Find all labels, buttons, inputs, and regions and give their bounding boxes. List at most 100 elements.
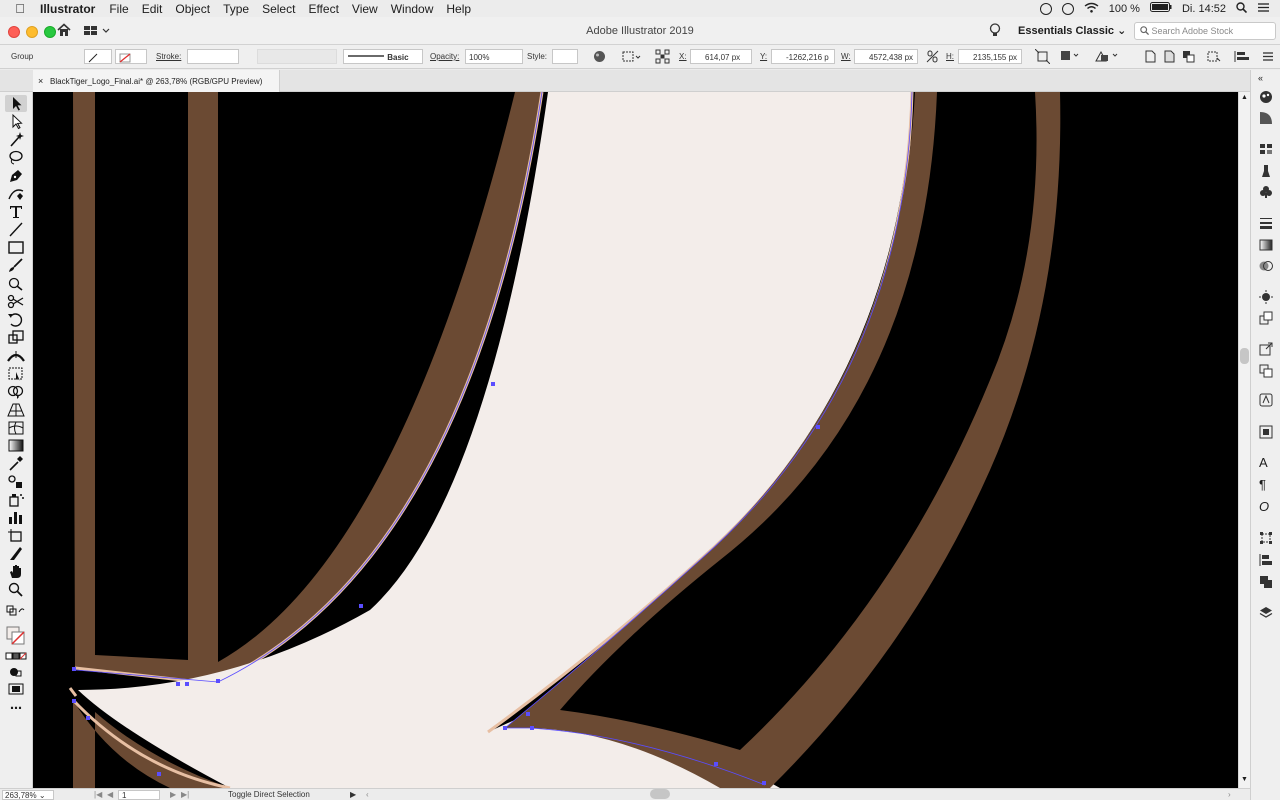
workspace-switcher[interactable]: Essentials Classic ⌄ (1018, 24, 1126, 37)
search-adobe-stock-input[interactable]: Search Adobe Stock (1134, 22, 1276, 40)
shape-mode-icon[interactable] (1060, 50, 1084, 65)
reference-point-icon[interactable] (655, 49, 670, 66)
magic-wand-tool[interactable] (5, 131, 27, 148)
anchor-point[interactable] (72, 699, 76, 703)
line-segment-tool[interactable] (5, 221, 27, 238)
drawing-mode-icon[interactable] (5, 665, 27, 679)
libraries-icon[interactable] (1259, 393, 1273, 407)
shaper-tool[interactable] (5, 275, 27, 292)
anchor-point[interactable] (816, 425, 820, 429)
vertical-scrollbar[interactable]: ▲ ▼ (1238, 92, 1250, 788)
type-tool[interactable] (5, 203, 27, 220)
gradient-tool[interactable] (5, 437, 27, 454)
wifi-icon[interactable] (1084, 2, 1099, 16)
learn-lightbulb-icon[interactable] (989, 23, 1001, 44)
anchor-point[interactable] (503, 726, 507, 730)
menu-select[interactable]: Select (262, 2, 295, 16)
brushes-icon[interactable] (1259, 164, 1273, 178)
artboard-number-dropdown[interactable]: 1 (118, 790, 160, 800)
stroke-label[interactable]: Stroke: (156, 52, 181, 61)
app-menu[interactable]: Illustrator (40, 2, 95, 16)
variable-width-profile[interactable] (257, 49, 337, 64)
menu-object[interactable]: Object (175, 2, 210, 16)
menu-effect[interactable]: Effect (308, 2, 338, 16)
menu-window[interactable]: Window (391, 2, 434, 16)
constrain-proportions-icon[interactable] (926, 50, 939, 65)
control-center-icon[interactable] (1257, 2, 1270, 16)
rotate-tool[interactable] (5, 311, 27, 328)
stroke-panel-icon[interactable] (1259, 216, 1273, 230)
next-artboard-button[interactable]: ▶ (170, 790, 176, 799)
brush-definition-dropdown[interactable]: Basic (343, 49, 423, 64)
paragraph-panel-icon[interactable]: ¶ (1259, 478, 1273, 492)
align-panel-icon[interactable] (1259, 553, 1273, 567)
close-tab-icon[interactable]: × (38, 76, 43, 86)
opacity-input[interactable]: 100% (465, 49, 523, 64)
artboard-canvas[interactable] (33, 92, 1238, 788)
align-objects-icon[interactable] (1234, 50, 1250, 65)
hand-tool[interactable] (5, 563, 27, 580)
last-artboard-button[interactable]: ▶| (181, 790, 189, 799)
first-artboard-button[interactable]: |◀ (94, 790, 102, 799)
edit-toolbar-icon[interactable]: ⋯ (5, 702, 27, 716)
shape-builder-tool[interactable] (5, 383, 27, 400)
column-graph-tool[interactable] (5, 509, 27, 526)
transform-panel-icon[interactable] (1259, 531, 1273, 545)
document-setup-icon[interactable] (1144, 50, 1156, 65)
anchor-point[interactable] (216, 679, 220, 683)
layers-panel-icon[interactable] (1259, 606, 1273, 620)
artboard-tool[interactable] (5, 527, 27, 544)
anchor-point[interactable] (185, 682, 189, 686)
transparency-icon[interactable] (1259, 259, 1273, 273)
rectangle-tool[interactable] (5, 239, 27, 256)
sync-icon[interactable] (1061, 2, 1074, 15)
slice-tool[interactable] (5, 545, 27, 562)
anchor-point[interactable] (72, 667, 76, 671)
curvature-tool[interactable] (5, 185, 27, 202)
y-position-input[interactable]: -1262,216 p (771, 49, 835, 64)
gradient-panel-icon[interactable] (1259, 238, 1273, 252)
character-panel-icon[interactable]: A (1259, 456, 1273, 470)
lasso-tool[interactable] (5, 149, 27, 166)
preferences-icon[interactable] (1163, 50, 1175, 65)
fill-color-swatch[interactable] (84, 49, 112, 64)
graphic-style-dropdown[interactable] (552, 49, 578, 64)
zoom-level-dropdown[interactable]: 263,78% ⌄ (2, 790, 54, 800)
h-label[interactable]: H: (946, 52, 954, 61)
w-label[interactable]: W: (841, 52, 851, 61)
anchor-point[interactable] (530, 726, 534, 730)
eyedropper-tool[interactable] (5, 455, 27, 472)
anchor-point[interactable] (359, 604, 363, 608)
color-mode-buttons[interactable] (5, 650, 27, 663)
symbol-sprayer-tool[interactable] (5, 491, 27, 508)
selection-tool[interactable] (5, 95, 27, 112)
artwork-outline-view[interactable] (33, 92, 1238, 788)
asset-export-icon[interactable] (1259, 425, 1273, 439)
export-asset-icon[interactable] (1259, 342, 1273, 356)
anchor-point[interactable] (176, 682, 180, 686)
symbols-icon[interactable] (1259, 185, 1273, 199)
vertical-scroll-thumb[interactable] (1240, 348, 1249, 364)
perspective-grid-tool[interactable] (5, 401, 27, 418)
opacity-label[interactable]: Opacity: (430, 52, 459, 61)
menu-type[interactable]: Type (223, 2, 249, 16)
menu-help[interactable]: Help (446, 2, 471, 16)
fill-stroke-indicator[interactable] (5, 622, 27, 648)
anchor-point[interactable] (762, 781, 766, 785)
graphic-styles-icon[interactable] (1259, 311, 1273, 325)
x-label[interactable]: X: (679, 52, 687, 61)
mesh-tool[interactable] (5, 419, 27, 436)
panel-menu-icon[interactable] (1262, 50, 1274, 65)
scale-tool[interactable] (5, 329, 27, 346)
scroll-up-icon[interactable]: ▲ (1241, 94, 1248, 101)
appearance-icon[interactable] (1259, 290, 1273, 304)
previous-artboard-button[interactable]: ◀ (107, 790, 113, 799)
document-tab[interactable]: × BlackTiger_Logo_Final.ai* @ 263,78% (R… (33, 70, 280, 92)
artboards-panel-icon[interactable] (1259, 364, 1273, 378)
scroll-down-icon[interactable]: ▼ (1241, 776, 1248, 783)
width-input[interactable]: 4572,438 px (854, 49, 918, 64)
x-position-input[interactable]: 614,07 px (690, 49, 752, 64)
anchor-point[interactable] (491, 382, 495, 386)
clock[interactable]: Di. 14:52 (1182, 3, 1226, 15)
scissors-tool[interactable] (5, 293, 27, 310)
